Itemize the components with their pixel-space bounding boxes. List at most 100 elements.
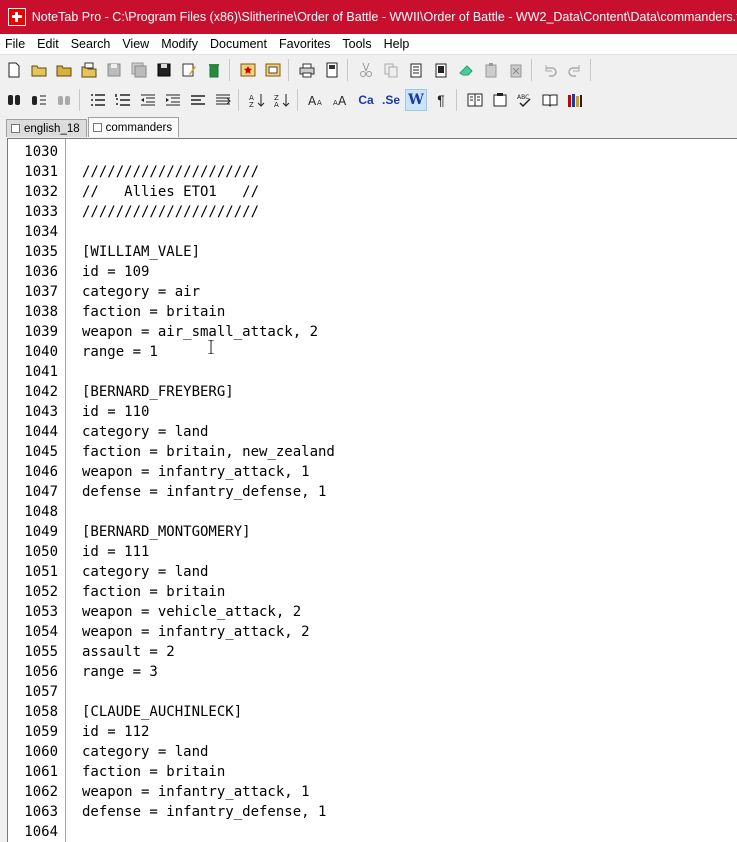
- menu-document[interactable]: Document: [205, 37, 274, 51]
- print-icon[interactable]: [296, 59, 318, 81]
- save-icon[interactable]: [103, 59, 125, 81]
- library-icon[interactable]: [564, 89, 586, 111]
- editor-line[interactable]: 1061 faction = britain: [8, 762, 737, 782]
- editor-line[interactable]: 1054 weapon = infantry_attack, 2: [8, 622, 737, 642]
- bullet-list-icon[interactable]: [87, 89, 109, 111]
- menu-tools[interactable]: Tools: [337, 37, 378, 51]
- find-next-icon[interactable]: [53, 89, 75, 111]
- editor-line[interactable]: 1046 weapon = infantry_attack, 1: [8, 462, 737, 482]
- undo-icon[interactable]: [539, 59, 561, 81]
- open-folder-icon[interactable]: [53, 59, 75, 81]
- editor-line[interactable]: 1062 weapon = infantry_attack, 1: [8, 782, 737, 802]
- editor-line[interactable]: 1030: [8, 142, 737, 162]
- spell-check-icon[interactable]: ABC: [514, 89, 536, 111]
- toolbar-separator: [590, 59, 591, 81]
- paragraph-marks-icon[interactable]: ¶: [430, 89, 452, 111]
- editor-line[interactable]: 1047 defense = infantry_defense, 1: [8, 482, 737, 502]
- change-case-icon[interactable]: Ca: [355, 89, 377, 111]
- paste-icon[interactable]: [405, 59, 427, 81]
- menu-view[interactable]: View: [117, 37, 156, 51]
- editor-line[interactable]: 1031 /////////////////////: [8, 162, 737, 182]
- editor-line[interactable]: 1056 range = 3: [8, 662, 737, 682]
- replace-icon[interactable]: [28, 89, 50, 111]
- clipboard-icon[interactable]: [480, 59, 502, 81]
- editor-line[interactable]: 1039 weapon = air_small_attack, 2: [8, 322, 737, 342]
- editor-line[interactable]: 1045 faction = britain, new_zealand: [8, 442, 737, 462]
- indent-icon[interactable]: [162, 89, 184, 111]
- line-number: 1034: [24, 224, 58, 240]
- editor-line[interactable]: 1033 /////////////////////: [8, 202, 737, 222]
- editor-line[interactable]: 1036 id = 109: [8, 262, 737, 282]
- editor-line[interactable]: 1042 [BERNARD_FREYBERG]: [8, 382, 737, 402]
- editor-line[interactable]: 1044 category = land: [8, 422, 737, 442]
- menu-search[interactable]: Search: [66, 37, 118, 51]
- new-file-icon[interactable]: [3, 59, 25, 81]
- editor-line[interactable]: 1034: [8, 222, 737, 242]
- save-as-icon[interactable]: [153, 59, 175, 81]
- menu-file[interactable]: File: [0, 37, 32, 51]
- editor-line[interactable]: 1038 faction = britain: [8, 302, 737, 322]
- window-title: NoteTab Pro - C:\Program Files (x86)\Sli…: [31, 10, 737, 24]
- tab-english-18[interactable]: english_18: [6, 119, 87, 137]
- editor-line[interactable]: 1058 [CLAUDE_AUCHINLECK]: [8, 702, 737, 722]
- editor-line[interactable]: 1043 id = 110: [8, 402, 737, 422]
- find-icon[interactable]: [3, 89, 25, 111]
- text-editor[interactable]: 1030 1031 ///////////////////// 1032 // Alli…: [7, 138, 737, 842]
- open-favorites-icon[interactable]: [262, 59, 284, 81]
- print-preview-icon[interactable]: [321, 59, 343, 81]
- editor-line[interactable]: 1035 [WILLIAM_VALE]: [8, 242, 737, 262]
- cut-icon[interactable]: [355, 59, 377, 81]
- copy-icon[interactable]: [380, 59, 402, 81]
- menu-help[interactable]: Help: [379, 37, 417, 51]
- split-view-icon[interactable]: [464, 89, 486, 111]
- font-smaller-icon[interactable]: AA: [330, 89, 352, 111]
- redo-icon[interactable]: [564, 59, 586, 81]
- book-icon[interactable]: [539, 89, 561, 111]
- menu-modify[interactable]: Modify: [156, 37, 205, 51]
- sentence-case-icon[interactable]: .Se: [380, 89, 402, 111]
- sort-descending-icon[interactable]: ZA: [271, 89, 293, 111]
- editor-line[interactable]: 1055 assault = 2: [8, 642, 737, 662]
- align-icon[interactable]: [187, 89, 209, 111]
- text-cursor-icon: [208, 340, 214, 354]
- editor-line[interactable]: 1060 category = land: [8, 742, 737, 762]
- font-larger-icon[interactable]: AA: [305, 89, 327, 111]
- tab-commanders[interactable]: commanders: [87, 117, 180, 137]
- editor-lines[interactable]: 1030 1031 ///////////////////// 1032 // Alli…: [8, 142, 737, 842]
- editor-line[interactable]: 1037 category = air: [8, 282, 737, 302]
- editor-line[interactable]: 1049 [BERNARD_MONTGOMERY]: [8, 522, 737, 542]
- numbered-list-icon[interactable]: [112, 89, 134, 111]
- menu-edit[interactable]: Edit: [32, 37, 66, 51]
- clipbook-icon[interactable]: [489, 89, 511, 111]
- editor-line[interactable]: 1050 id = 111: [8, 542, 737, 562]
- sort-ascending-icon[interactable]: AZ: [246, 89, 268, 111]
- clipboard-clear-icon[interactable]: [505, 59, 527, 81]
- app-icon[interactable]: [8, 8, 26, 26]
- editor-line[interactable]: 1053 weapon = vehicle_attack, 2: [8, 602, 737, 622]
- editor-line[interactable]: 1048: [8, 502, 737, 522]
- editor-line[interactable]: 1064: [8, 822, 737, 842]
- editor-line[interactable]: 1051 category = land: [8, 562, 737, 582]
- editor-line[interactable]: 1032 // Allies ETO1 //: [8, 182, 737, 202]
- line-text: weapon = infantry_attack, 1: [82, 464, 310, 480]
- save-all-icon[interactable]: [128, 59, 150, 81]
- paste-special-icon[interactable]: [430, 59, 452, 81]
- word-wrap-icon[interactable]: W: [405, 89, 427, 111]
- editor-line[interactable]: 1059 id = 112: [8, 722, 737, 742]
- menu-favorites[interactable]: Favorites: [274, 37, 337, 51]
- open-multiple-icon[interactable]: [78, 59, 100, 81]
- editor-line[interactable]: 1063 defense = infantry_defense, 1: [8, 802, 737, 822]
- editor-line[interactable]: 1040 range = 1: [8, 342, 737, 362]
- line-number: 1056: [24, 664, 58, 680]
- line-number: 1047: [24, 484, 58, 500]
- editor-line[interactable]: 1041: [8, 362, 737, 382]
- editor-line[interactable]: 1057: [8, 682, 737, 702]
- favorites-icon[interactable]: [237, 59, 259, 81]
- outdent-icon[interactable]: [137, 89, 159, 111]
- trash-icon[interactable]: [203, 59, 225, 81]
- eraser-icon[interactable]: [455, 59, 477, 81]
- edit-pen-icon[interactable]: [178, 59, 200, 81]
- open-file-icon[interactable]: [28, 59, 50, 81]
- justify-icon[interactable]: [212, 89, 234, 111]
- editor-line[interactable]: 1052 faction = britain: [8, 582, 737, 602]
